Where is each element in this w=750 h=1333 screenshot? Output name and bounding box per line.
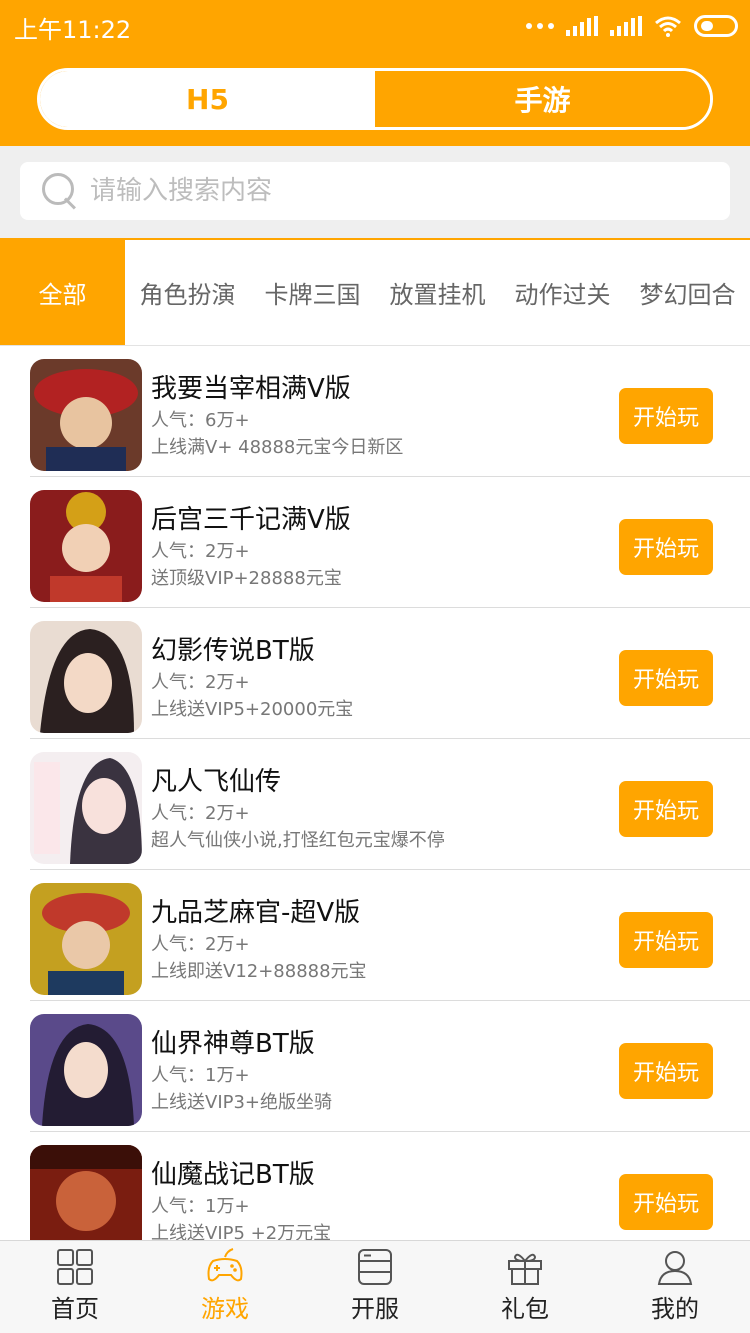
battery-icon [694,15,738,37]
start-play-button[interactable]: 开始玩 [619,1174,713,1230]
server-icon [355,1247,395,1287]
gift-icon [505,1247,545,1287]
game-description: 送顶级VIP+28888元宝 [151,568,342,589]
list-item[interactable]: 仙魔战记BT版 人气：1万+ 上线送VIP5 +2万元宝 开始玩 [30,1132,750,1240]
game-title: 仙界神尊BT版 [151,1029,315,1059]
game-description: 上线满V+ 48888元宝今日新区 [151,437,404,458]
nav-label-home: 首页 [51,1295,99,1323]
nav-label-gift: 礼包 [501,1295,549,1323]
game-popularity: 人气：2万+ [151,934,250,955]
game-description: 上线即送V12+88888元宝 [151,961,367,982]
start-play-button[interactable]: 开始玩 [619,650,713,706]
game-title: 九品芝麻官-超V版 [151,898,361,928]
nav-mine[interactable]: 我的 [600,1241,750,1333]
game-description: 上线送VIP5 +2万元宝 [151,1223,332,1240]
app-header: 上午11:22 H5 手游 [0,0,750,146]
start-play-button[interactable]: 开始玩 [619,1043,713,1099]
grid-icon [55,1247,95,1287]
wifi-icon [655,16,681,37]
tab-mobile-games[interactable]: 手游 [375,71,710,127]
category-turn-based[interactable]: 梦幻回合 [625,240,750,345]
list-item[interactable]: 凡人飞仙传 人气：2万+ 超人气仙侠小说,打怪红包元宝爆不停 开始玩 [30,739,750,870]
game-title: 我要当宰相满V版 [151,374,351,404]
user-icon [655,1247,695,1287]
game-popularity: 人气：1万+ [151,1196,250,1217]
list-item[interactable]: 后宫三千记满V版 人气：2万+ 送顶级VIP+28888元宝 开始玩 [30,477,750,608]
nav-server-open[interactable]: 开服 [300,1241,450,1333]
list-item[interactable]: 九品芝麻官-超V版 人气：2万+ 上线即送V12+88888元宝 开始玩 [30,870,750,1001]
nav-home[interactable]: 首页 [0,1241,150,1333]
game-list: 我要当宰相满V版 人气：6万+ 上线满V+ 48888元宝今日新区 开始玩 后宫… [0,346,750,1240]
game-icon-image[interactable] [30,883,142,995]
search-box[interactable] [20,162,730,220]
search-area [0,146,750,238]
nav-gift[interactable]: 礼包 [450,1241,600,1333]
list-item[interactable]: 幻影传说BT版 人气：2万+ 上线送VIP5+20000元宝 开始玩 [30,608,750,739]
game-title: 幻影传说BT版 [151,636,315,666]
game-popularity: 人气：1万+ [151,1065,250,1086]
nav-games[interactable]: 游戏 [150,1241,300,1333]
start-play-button[interactable]: 开始玩 [619,519,713,575]
game-icon-image[interactable] [30,359,142,471]
game-popularity: 人气：2万+ [151,672,250,693]
game-popularity: 人气：2万+ [151,803,250,824]
game-description: 超人气仙侠小说,打怪红包元宝爆不停 [151,830,445,851]
start-play-button[interactable]: 开始玩 [619,912,713,968]
category-all[interactable]: 全部 [0,240,125,345]
game-title: 仙魔战记BT版 [151,1160,315,1190]
category-tabs: 全部 角色扮演 卡牌三国 放置挂机 动作过关 梦幻回合 [0,238,750,346]
gamepad-icon [205,1247,245,1287]
tab-h5[interactable]: H5 [40,71,375,127]
nav-label-games: 游戏 [201,1295,249,1323]
nav-label-mine: 我的 [651,1295,699,1323]
game-title: 后宫三千记满V版 [151,505,351,535]
platform-switch: H5 手游 [37,68,713,130]
bottom-nav: 首页 游戏 开服 礼包 我的 [0,1240,750,1333]
game-popularity: 人气：2万+ [151,541,250,562]
status-time: 上午11:22 [14,16,132,44]
game-icon-image[interactable] [30,1145,142,1240]
more-dots-icon [526,23,554,29]
search-input[interactable] [90,176,690,206]
game-icon-image[interactable] [30,752,142,864]
category-card-three-kingdoms[interactable]: 卡牌三国 [250,240,375,345]
game-description: 上线送VIP3+绝版坐骑 [151,1092,333,1113]
game-icon-image[interactable] [30,1014,142,1126]
game-title: 凡人飞仙传 [151,767,282,797]
game-icon-image[interactable] [30,621,142,733]
list-item[interactable]: 仙界神尊BT版 人气：1万+ 上线送VIP3+绝版坐骑 开始玩 [30,1001,750,1132]
start-play-button[interactable]: 开始玩 [619,388,713,444]
signal-icon [566,16,598,36]
status-icons [526,12,738,40]
game-description: 上线送VIP5+20000元宝 [151,699,354,720]
game-icon-image[interactable] [30,490,142,602]
signal-icon-2 [610,16,642,36]
list-item[interactable]: 我要当宰相满V版 人气：6万+ 上线满V+ 48888元宝今日新区 开始玩 [30,346,750,477]
category-action[interactable]: 动作过关 [500,240,625,345]
nav-label-server-open: 开服 [351,1295,399,1323]
game-popularity: 人气：6万+ [151,410,250,431]
search-icon [40,171,80,211]
category-idle[interactable]: 放置挂机 [375,240,500,345]
category-rpg[interactable]: 角色扮演 [125,240,250,345]
start-play-button[interactable]: 开始玩 [619,781,713,837]
